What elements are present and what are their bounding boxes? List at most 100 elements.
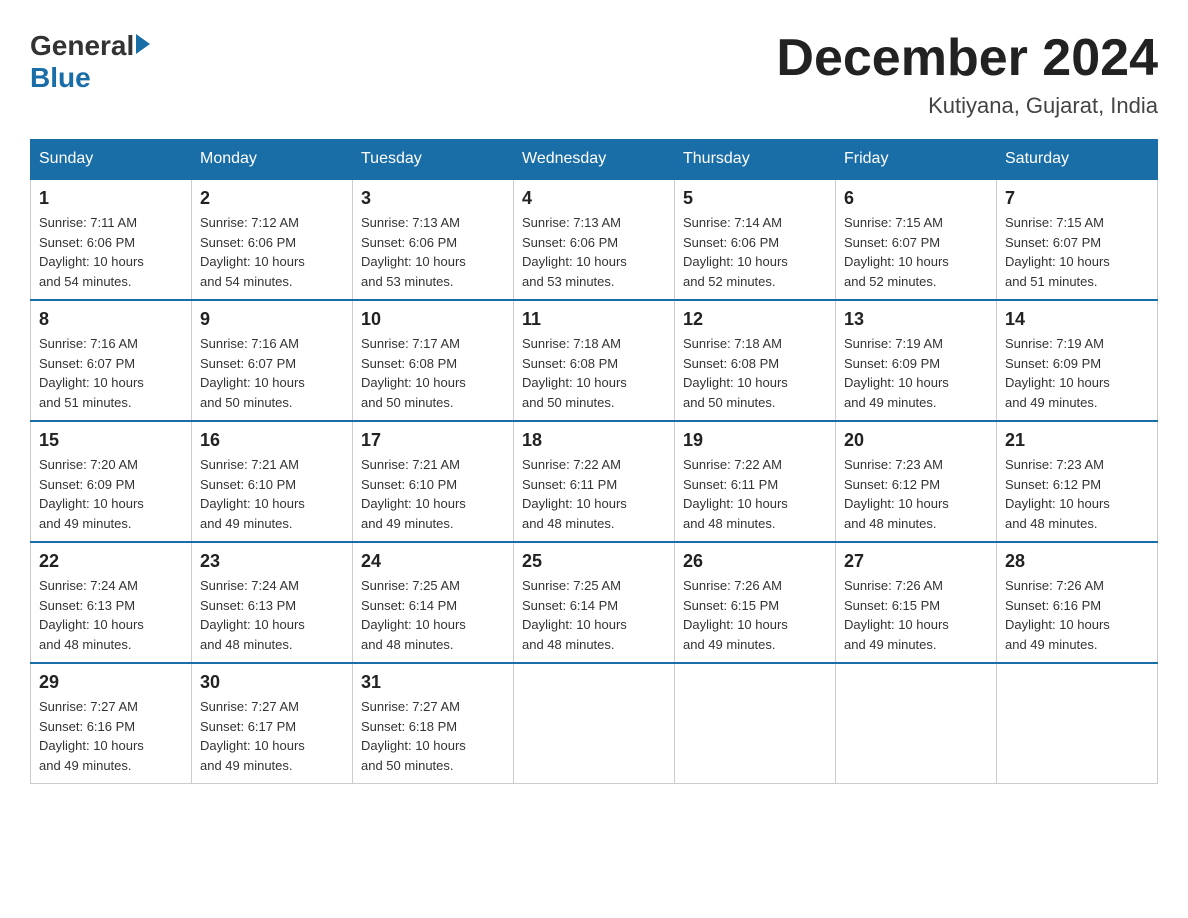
day-info: Sunrise: 7:13 AM Sunset: 6:06 PM Dayligh… (522, 213, 666, 291)
column-header-monday: Monday (192, 140, 353, 180)
day-info: Sunrise: 7:17 AM Sunset: 6:08 PM Dayligh… (361, 334, 505, 412)
day-number: 1 (39, 188, 183, 209)
column-header-sunday: Sunday (31, 140, 192, 180)
day-number: 25 (522, 551, 666, 572)
title-section: December 2024 Kutiyana, Gujarat, India (776, 30, 1158, 119)
calendar-week-row: 1 Sunrise: 7:11 AM Sunset: 6:06 PM Dayli… (31, 179, 1158, 300)
day-info: Sunrise: 7:24 AM Sunset: 6:13 PM Dayligh… (200, 576, 344, 654)
calendar-cell-day-3: 3 Sunrise: 7:13 AM Sunset: 6:06 PM Dayli… (353, 179, 514, 300)
day-number: 19 (683, 430, 827, 451)
calendar-cell-day-24: 24 Sunrise: 7:25 AM Sunset: 6:14 PM Dayl… (353, 542, 514, 663)
day-info: Sunrise: 7:22 AM Sunset: 6:11 PM Dayligh… (683, 455, 827, 533)
day-info: Sunrise: 7:12 AM Sunset: 6:06 PM Dayligh… (200, 213, 344, 291)
calendar-cell-day-29: 29 Sunrise: 7:27 AM Sunset: 6:16 PM Dayl… (31, 663, 192, 784)
column-header-thursday: Thursday (675, 140, 836, 180)
day-number: 8 (39, 309, 183, 330)
day-number: 30 (200, 672, 344, 693)
day-number: 6 (844, 188, 988, 209)
day-info: Sunrise: 7:18 AM Sunset: 6:08 PM Dayligh… (683, 334, 827, 412)
day-info: Sunrise: 7:26 AM Sunset: 6:16 PM Dayligh… (1005, 576, 1149, 654)
column-header-friday: Friday (836, 140, 997, 180)
calendar-cell-day-6: 6 Sunrise: 7:15 AM Sunset: 6:07 PM Dayli… (836, 179, 997, 300)
day-info: Sunrise: 7:13 AM Sunset: 6:06 PM Dayligh… (361, 213, 505, 291)
empty-cell (836, 663, 997, 784)
calendar-cell-day-27: 27 Sunrise: 7:26 AM Sunset: 6:15 PM Dayl… (836, 542, 997, 663)
calendar-cell-day-30: 30 Sunrise: 7:27 AM Sunset: 6:17 PM Dayl… (192, 663, 353, 784)
calendar-cell-day-25: 25 Sunrise: 7:25 AM Sunset: 6:14 PM Dayl… (514, 542, 675, 663)
day-info: Sunrise: 7:20 AM Sunset: 6:09 PM Dayligh… (39, 455, 183, 533)
day-number: 16 (200, 430, 344, 451)
month-title: December 2024 (776, 30, 1158, 87)
day-info: Sunrise: 7:27 AM Sunset: 6:17 PM Dayligh… (200, 697, 344, 775)
empty-cell (514, 663, 675, 784)
calendar-cell-day-5: 5 Sunrise: 7:14 AM Sunset: 6:06 PM Dayli… (675, 179, 836, 300)
empty-cell (675, 663, 836, 784)
calendar-cell-day-22: 22 Sunrise: 7:24 AM Sunset: 6:13 PM Dayl… (31, 542, 192, 663)
day-number: 11 (522, 309, 666, 330)
calendar-cell-day-18: 18 Sunrise: 7:22 AM Sunset: 6:11 PM Dayl… (514, 421, 675, 542)
calendar-cell-day-13: 13 Sunrise: 7:19 AM Sunset: 6:09 PM Dayl… (836, 300, 997, 421)
day-number: 15 (39, 430, 183, 451)
location-title: Kutiyana, Gujarat, India (776, 93, 1158, 119)
day-number: 22 (39, 551, 183, 572)
day-number: 29 (39, 672, 183, 693)
calendar-cell-day-31: 31 Sunrise: 7:27 AM Sunset: 6:18 PM Dayl… (353, 663, 514, 784)
day-info: Sunrise: 7:18 AM Sunset: 6:08 PM Dayligh… (522, 334, 666, 412)
day-number: 28 (1005, 551, 1149, 572)
calendar-cell-day-11: 11 Sunrise: 7:18 AM Sunset: 6:08 PM Dayl… (514, 300, 675, 421)
day-number: 20 (844, 430, 988, 451)
day-info: Sunrise: 7:26 AM Sunset: 6:15 PM Dayligh… (844, 576, 988, 654)
day-number: 12 (683, 309, 827, 330)
day-number: 18 (522, 430, 666, 451)
calendar-cell-day-28: 28 Sunrise: 7:26 AM Sunset: 6:16 PM Dayl… (997, 542, 1158, 663)
day-info: Sunrise: 7:15 AM Sunset: 6:07 PM Dayligh… (1005, 213, 1149, 291)
day-info: Sunrise: 7:25 AM Sunset: 6:14 PM Dayligh… (522, 576, 666, 654)
column-header-wednesday: Wednesday (514, 140, 675, 180)
calendar-week-row: 8 Sunrise: 7:16 AM Sunset: 6:07 PM Dayli… (31, 300, 1158, 421)
day-info: Sunrise: 7:16 AM Sunset: 6:07 PM Dayligh… (200, 334, 344, 412)
calendar-cell-day-7: 7 Sunrise: 7:15 AM Sunset: 6:07 PM Dayli… (997, 179, 1158, 300)
day-info: Sunrise: 7:16 AM Sunset: 6:07 PM Dayligh… (39, 334, 183, 412)
day-number: 10 (361, 309, 505, 330)
calendar-cell-day-1: 1 Sunrise: 7:11 AM Sunset: 6:06 PM Dayli… (31, 179, 192, 300)
day-info: Sunrise: 7:24 AM Sunset: 6:13 PM Dayligh… (39, 576, 183, 654)
calendar-week-row: 22 Sunrise: 7:24 AM Sunset: 6:13 PM Dayl… (31, 542, 1158, 663)
column-header-saturday: Saturday (997, 140, 1158, 180)
day-number: 13 (844, 309, 988, 330)
day-info: Sunrise: 7:23 AM Sunset: 6:12 PM Dayligh… (1005, 455, 1149, 533)
day-info: Sunrise: 7:26 AM Sunset: 6:15 PM Dayligh… (683, 576, 827, 654)
page-header: General Blue December 2024 Kutiyana, Guj… (30, 30, 1158, 119)
calendar-week-row: 29 Sunrise: 7:27 AM Sunset: 6:16 PM Dayl… (31, 663, 1158, 784)
day-info: Sunrise: 7:21 AM Sunset: 6:10 PM Dayligh… (200, 455, 344, 533)
calendar-cell-day-2: 2 Sunrise: 7:12 AM Sunset: 6:06 PM Dayli… (192, 179, 353, 300)
calendar-cell-day-19: 19 Sunrise: 7:22 AM Sunset: 6:11 PM Dayl… (675, 421, 836, 542)
empty-cell (997, 663, 1158, 784)
day-number: 17 (361, 430, 505, 451)
day-info: Sunrise: 7:15 AM Sunset: 6:07 PM Dayligh… (844, 213, 988, 291)
day-number: 2 (200, 188, 344, 209)
calendar-cell-day-4: 4 Sunrise: 7:13 AM Sunset: 6:06 PM Dayli… (514, 179, 675, 300)
calendar-cell-day-21: 21 Sunrise: 7:23 AM Sunset: 6:12 PM Dayl… (997, 421, 1158, 542)
calendar-cell-day-14: 14 Sunrise: 7:19 AM Sunset: 6:09 PM Dayl… (997, 300, 1158, 421)
day-info: Sunrise: 7:22 AM Sunset: 6:11 PM Dayligh… (522, 455, 666, 533)
day-info: Sunrise: 7:27 AM Sunset: 6:18 PM Dayligh… (361, 697, 505, 775)
calendar-cell-day-10: 10 Sunrise: 7:17 AM Sunset: 6:08 PM Dayl… (353, 300, 514, 421)
calendar-cell-day-12: 12 Sunrise: 7:18 AM Sunset: 6:08 PM Dayl… (675, 300, 836, 421)
day-number: 24 (361, 551, 505, 572)
day-number: 14 (1005, 309, 1149, 330)
column-header-tuesday: Tuesday (353, 140, 514, 180)
calendar-cell-day-16: 16 Sunrise: 7:21 AM Sunset: 6:10 PM Dayl… (192, 421, 353, 542)
day-info: Sunrise: 7:19 AM Sunset: 6:09 PM Dayligh… (844, 334, 988, 412)
day-info: Sunrise: 7:21 AM Sunset: 6:10 PM Dayligh… (361, 455, 505, 533)
day-info: Sunrise: 7:25 AM Sunset: 6:14 PM Dayligh… (361, 576, 505, 654)
day-info: Sunrise: 7:11 AM Sunset: 6:06 PM Dayligh… (39, 213, 183, 291)
logo-arrow-icon (136, 34, 150, 54)
day-number: 4 (522, 188, 666, 209)
calendar-week-row: 15 Sunrise: 7:20 AM Sunset: 6:09 PM Dayl… (31, 421, 1158, 542)
day-number: 5 (683, 188, 827, 209)
day-info: Sunrise: 7:19 AM Sunset: 6:09 PM Dayligh… (1005, 334, 1149, 412)
calendar-header-row: SundayMondayTuesdayWednesdayThursdayFrid… (31, 140, 1158, 180)
calendar-table: SundayMondayTuesdayWednesdayThursdayFrid… (30, 139, 1158, 784)
calendar-cell-day-8: 8 Sunrise: 7:16 AM Sunset: 6:07 PM Dayli… (31, 300, 192, 421)
calendar-cell-day-17: 17 Sunrise: 7:21 AM Sunset: 6:10 PM Dayl… (353, 421, 514, 542)
